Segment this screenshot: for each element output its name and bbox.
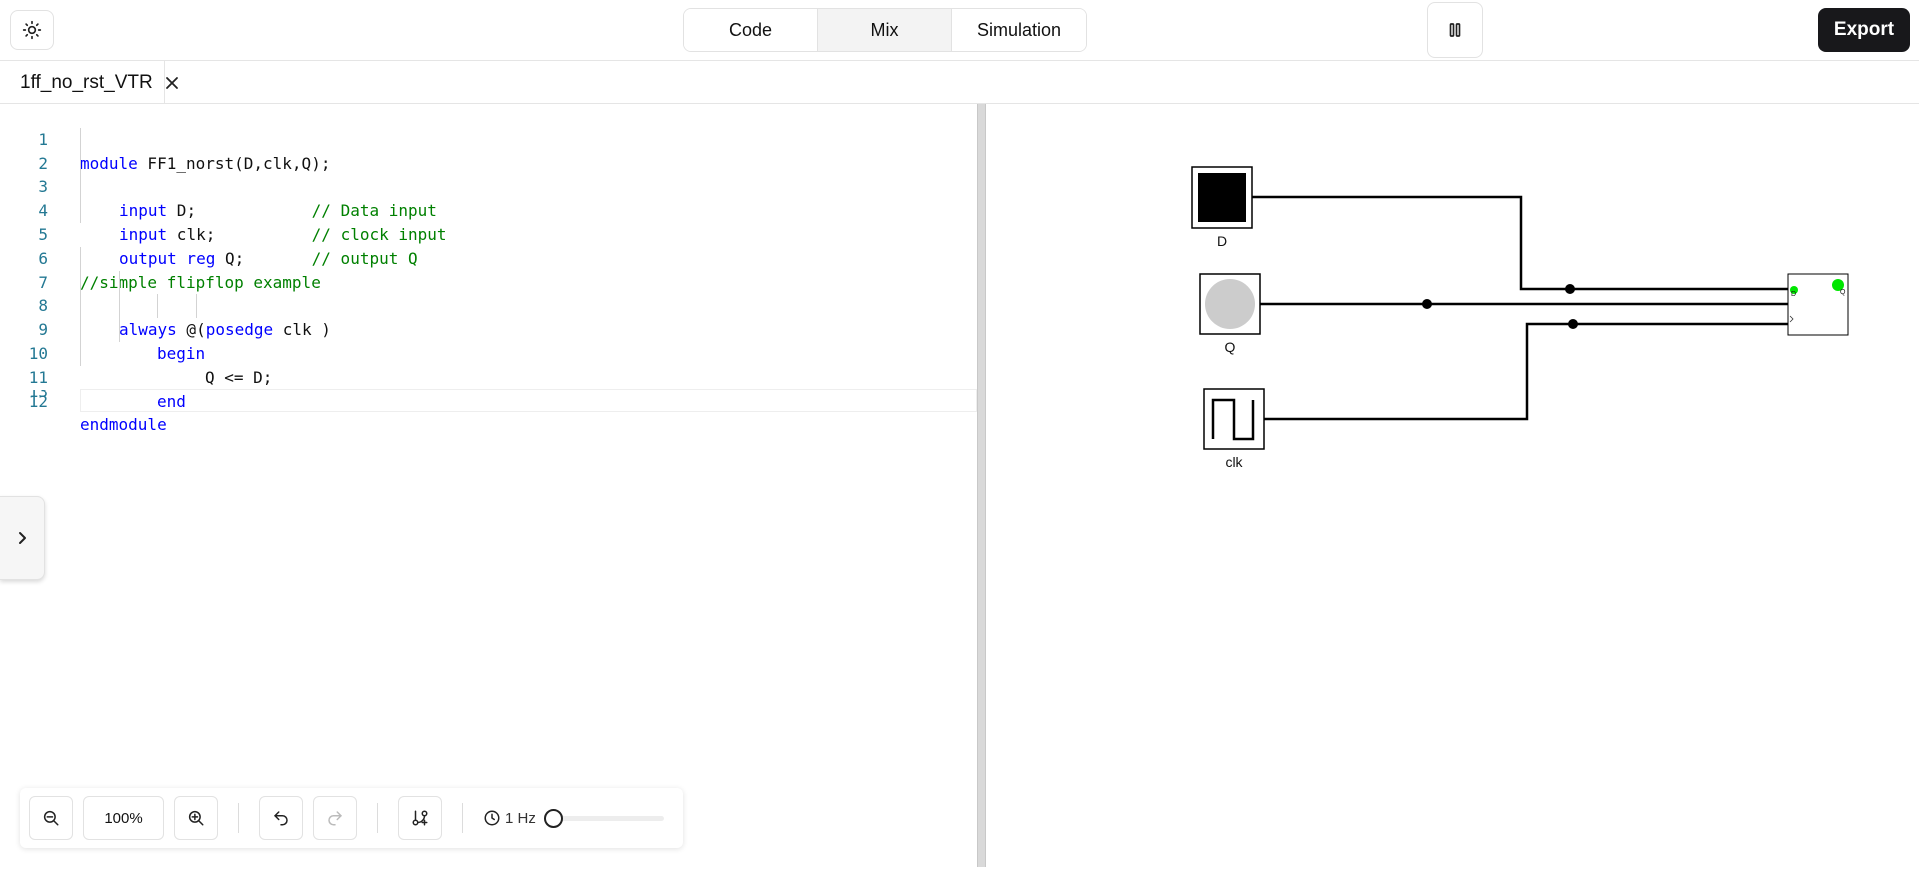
close-icon[interactable] — [165, 76, 179, 90]
mode-code-button[interactable]: Code — [684, 9, 818, 51]
circuit-canvas[interactable]: D Q clk Q D — [986, 104, 1919, 867]
code-line: 8 begin — [0, 270, 977, 363]
sun-icon — [22, 20, 42, 40]
sidebar-toggle-button[interactable] — [0, 496, 45, 580]
output-label-q: Q — [1225, 339, 1236, 355]
pause-icon — [1449, 23, 1461, 37]
mode-simulation-button[interactable]: Simulation — [952, 9, 1086, 51]
line-number: 13 — [28, 389, 48, 400]
code-lines: 1 module FF1_norst(D,clk,Q); 2 input D; … — [0, 104, 977, 435]
code-line: 4 output reg Q; // output Q — [0, 175, 977, 268]
wire-junction — [1422, 299, 1432, 309]
code-line: 1 module FF1_norst(D,clk,Q); — [0, 104, 977, 173]
wire-junction — [1565, 284, 1575, 294]
zoom-out-button[interactable] — [29, 796, 73, 840]
toolbar-divider — [377, 803, 378, 833]
code-line: 6 //simple flipflop example — [0, 223, 977, 292]
circuit-diagram: D Q clk Q D — [1191, 166, 1849, 470]
code-line: 13 — [0, 390, 977, 400]
mode-switch: Code Mix Simulation — [683, 8, 1087, 52]
code-line: 11 — [0, 341, 977, 387]
wire-d — [1252, 195, 1788, 291]
input-d[interactable] — [1191, 166, 1253, 229]
zoom-out-icon — [43, 810, 59, 826]
code-line: 10 end — [0, 318, 977, 411]
chevron-right-icon — [19, 532, 26, 544]
clock-input[interactable] — [1203, 388, 1265, 450]
redo-icon — [328, 811, 342, 826]
code-line: 2 input D; // Data input — [0, 127, 977, 220]
wire-clk — [1264, 322, 1788, 421]
clock-icon — [484, 810, 500, 826]
output-q-led — [1199, 273, 1261, 335]
frequency-label: 1 Hz — [505, 809, 536, 827]
code-editor[interactable]: 1 module FF1_norst(D,clk,Q); 2 input D; … — [0, 104, 977, 867]
pane-resize-handle[interactable] — [977, 104, 986, 867]
wires — [1252, 195, 1788, 421]
toolbar-divider — [238, 803, 239, 833]
redo-button[interactable] — [313, 796, 357, 840]
mode-mix-button[interactable]: Mix — [818, 9, 952, 51]
slider-thumb[interactable] — [543, 809, 563, 828]
svg-text:Q: Q — [1840, 289, 1846, 296]
wire-junction — [1568, 319, 1578, 329]
toolbar-divider — [462, 803, 463, 833]
code-line: 5 — [0, 199, 977, 244]
tab-label: 1ff_no_rst_VTR — [20, 71, 153, 93]
zoom-level[interactable]: 100% — [83, 796, 164, 840]
theme-toggle-button[interactable] — [10, 10, 54, 50]
add-connection-button[interactable] — [398, 796, 442, 840]
pause-button[interactable] — [1427, 2, 1483, 58]
clock-label: clk — [1225, 454, 1243, 470]
bottom-toolbar: 100% 1 Hz — [20, 788, 683, 848]
zoom-in-icon — [188, 810, 204, 826]
frequency-control: 1 Hz — [483, 809, 664, 828]
code-line: 3 input clk; // clock input — [0, 151, 977, 244]
export-button[interactable]: Export — [1818, 8, 1910, 52]
undo-button[interactable] — [259, 796, 303, 840]
code-line: 12 endmodule — [0, 366, 977, 435]
undo-icon — [274, 811, 288, 826]
tab-1ff-no-rst-vtr[interactable]: 1ff_no_rst_VTR — [0, 61, 178, 104]
code-token: endmodule — [80, 415, 167, 435]
input-label-d: D — [1217, 233, 1227, 249]
zoom-in-button[interactable] — [174, 796, 218, 840]
code-line: 7 always @(posedge clk ) — [0, 246, 977, 339]
git-branch-plus-icon — [412, 810, 428, 826]
frequency-slider[interactable] — [543, 809, 664, 828]
svg-text:D: D — [1791, 291, 1796, 298]
file-tabs: 1ff_no_rst_VTR — [0, 61, 1919, 104]
code-line: 9 Q <= D; — [0, 294, 977, 387]
flip-flop-block[interactable]: Q D — [1787, 273, 1849, 336]
top-bar: Code Mix Simulation Export — [0, 0, 1919, 61]
